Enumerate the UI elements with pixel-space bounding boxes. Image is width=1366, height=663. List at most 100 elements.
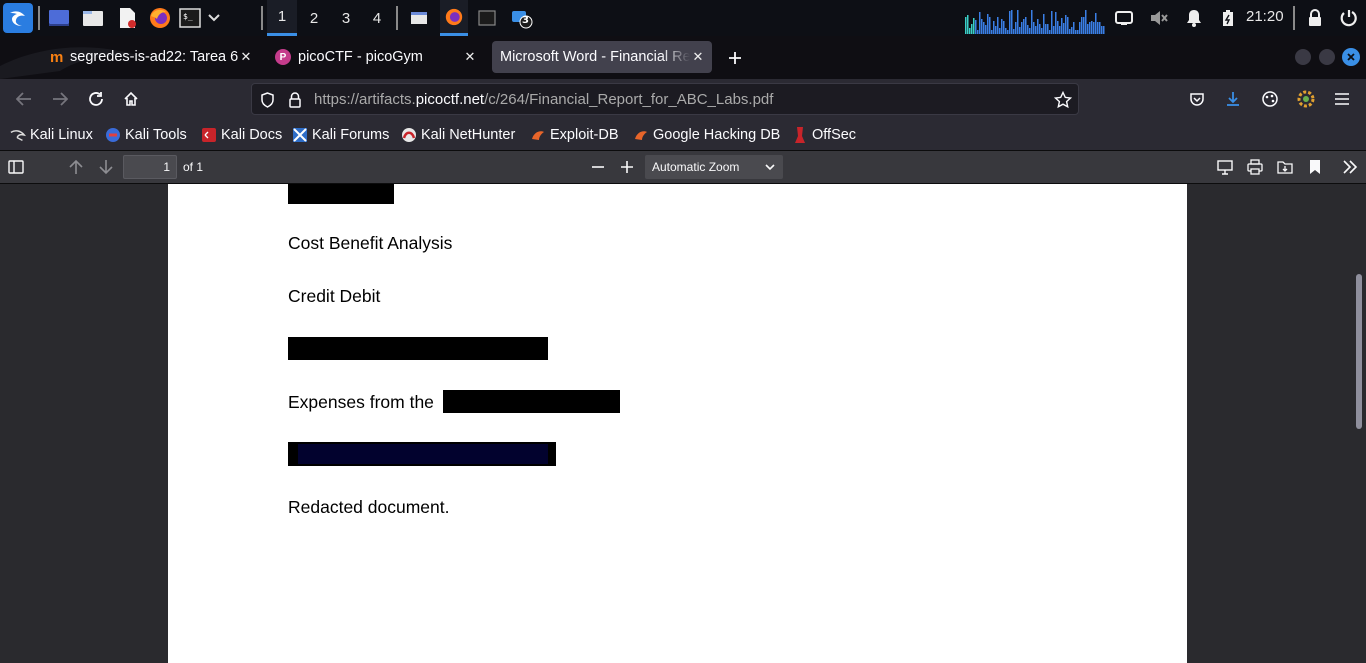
previous-page-button[interactable] [64,155,88,179]
cpu-graph-bar [1065,15,1067,34]
cpu-graph-bar [1033,22,1035,34]
notification-badge: 3 [522,15,529,26]
page-number-input[interactable]: 1 [123,155,177,179]
bookmark-kali-nethunter[interactable]: Kali NetHunter [401,119,515,151]
cpu-graph-bar [1029,28,1031,34]
workspace-1[interactable]: 1 [267,0,297,36]
svg-text:$_: $_ [183,12,193,21]
pdf-viewer[interactable]: Cost Benefit Analysis Credit Debit Expen… [0,184,1366,663]
exploitdb-icon [530,127,546,143]
close-icon[interactable]: ✕ [238,49,254,65]
downloads-icon[interactable] [1219,85,1247,113]
bookmark-kali-forums[interactable]: Kali Forums [292,119,389,151]
bookmark-star-icon[interactable] [1054,91,1072,109]
cpu-graph-bar [1015,22,1017,34]
window-icon[interactable] [406,5,432,31]
mute-icon[interactable] [1146,5,1172,31]
shield-icon[interactable] [260,92,275,108]
bell-icon[interactable] [1181,5,1207,31]
cpu-graph-bar [991,30,993,34]
power-icon[interactable] [1336,5,1362,31]
workspace-4[interactable]: 4 [362,0,392,36]
save-icon[interactable] [1273,155,1297,179]
bookmark-label: Kali NetHunter [421,127,516,143]
back-button[interactable] [10,85,38,113]
lock-icon[interactable] [1302,5,1328,31]
menu-icon[interactable] [1328,85,1356,113]
addon-icon[interactable] [1292,85,1320,113]
close-icon[interactable]: ✕ [462,49,478,65]
cpu-graph-bar [1081,17,1083,34]
file-manager-icon[interactable] [80,5,106,31]
url-host: picoctf.net [415,91,485,108]
lock-icon[interactable] [288,92,302,108]
close-icon[interactable]: ✕ [690,49,706,65]
cpu-graph-bar [967,15,969,34]
bookmark-exploit-db[interactable]: Exploit-DB [530,119,619,151]
extensions-icon[interactable] [1256,85,1284,113]
kali-forums-icon [292,127,308,143]
terminal-icon[interactable]: $_ [177,5,203,31]
zoom-value: Automatic Zoom [652,160,740,174]
cpu-graph-bar [1069,29,1071,34]
bookmark-label: Google Hacking DB [653,127,781,143]
zoom-in-button[interactable] [615,155,639,179]
pocket-icon[interactable] [1183,85,1211,113]
display-icon[interactable] [1111,5,1137,31]
workspace-3[interactable]: 3 [331,0,361,36]
pdf-page: Cost Benefit Analysis Credit Debit Expen… [168,184,1187,663]
url-bar[interactable]: https://artifacts.picoctf.net/c/264/Fina… [251,83,1079,115]
zoom-out-button[interactable] [586,155,610,179]
cpu-graph-bar [1051,11,1053,34]
bookmark-icon[interactable] [1303,155,1327,179]
bookmark-kali-tools[interactable]: Kali Tools [105,119,187,151]
firefox-icon[interactable] [147,5,173,31]
bookmark-kali-linux[interactable]: Kali Linux [10,119,93,151]
tab-title: picoCTF - picoGym [298,49,423,65]
presentation-mode-icon[interactable] [1213,155,1237,179]
next-page-button[interactable] [94,155,118,179]
pdf-toolbar: 1 of 1 Automatic Zoom [0,151,1366,184]
scrollbar[interactable] [1356,274,1362,429]
cpu-graph-bar [1095,13,1097,34]
bookmark-offsec[interactable]: OffSec [792,119,856,151]
cpu-graph-bar [1003,21,1005,34]
cpu-graph-bar [999,28,1001,34]
tab-financial-report[interactable]: Microsoft Word - Financial Report for AB… [492,41,712,73]
reload-button[interactable] [82,85,110,113]
cpu-graph-bar [969,28,971,34]
chevron-down-icon[interactable] [201,5,227,31]
cpu-graph-bar [1021,22,1023,34]
document-line: Cost Benefit Analysis [288,233,453,253]
desktop-icon[interactable] [46,5,72,31]
bookmark-google-hacking-db[interactable]: Google Hacking DB [633,119,780,151]
forward-button[interactable] [46,85,74,113]
clock[interactable]: 21:20 [1246,0,1284,36]
picoctf-icon: P [275,49,291,65]
tab-moodle[interactable]: m segredes-is-ad22: Tarea 6 ✕ [44,41,260,73]
url-text[interactable]: https://artifacts.picoctf.net/c/264/Fina… [314,84,773,116]
cpu-graph-bar [1037,19,1039,34]
terminal-window-icon[interactable] [474,5,500,31]
new-tab-button[interactable] [724,47,746,69]
notification-app-icon[interactable]: 3 [508,5,534,31]
more-tools-icon[interactable] [1338,155,1362,179]
bookmark-kali-docs[interactable]: Kali Docs [201,119,282,151]
document-line: Redacted document. [288,497,450,517]
text-editor-icon[interactable] [114,5,140,31]
minimize-button[interactable] [1295,49,1311,65]
tab-picoctf[interactable]: P picoCTF - picoGym ✕ [268,41,484,73]
window-close-button[interactable] [1342,48,1360,66]
kali-menu-icon[interactable] [3,3,33,33]
firefox-window-icon[interactable] [440,0,468,36]
home-button[interactable] [117,85,145,113]
sidebar-toggle-icon[interactable] [4,155,28,179]
maximize-button[interactable] [1319,49,1335,65]
cpu-graph-bar [995,26,997,34]
cpu-graph-bar [1075,30,1077,34]
print-icon[interactable] [1243,155,1267,179]
url-prefix: https://artifacts. [314,91,416,108]
cpu-graph-bar [981,19,983,34]
workspace-2[interactable]: 2 [299,0,329,36]
zoom-select[interactable]: Automatic Zoom [645,155,783,179]
